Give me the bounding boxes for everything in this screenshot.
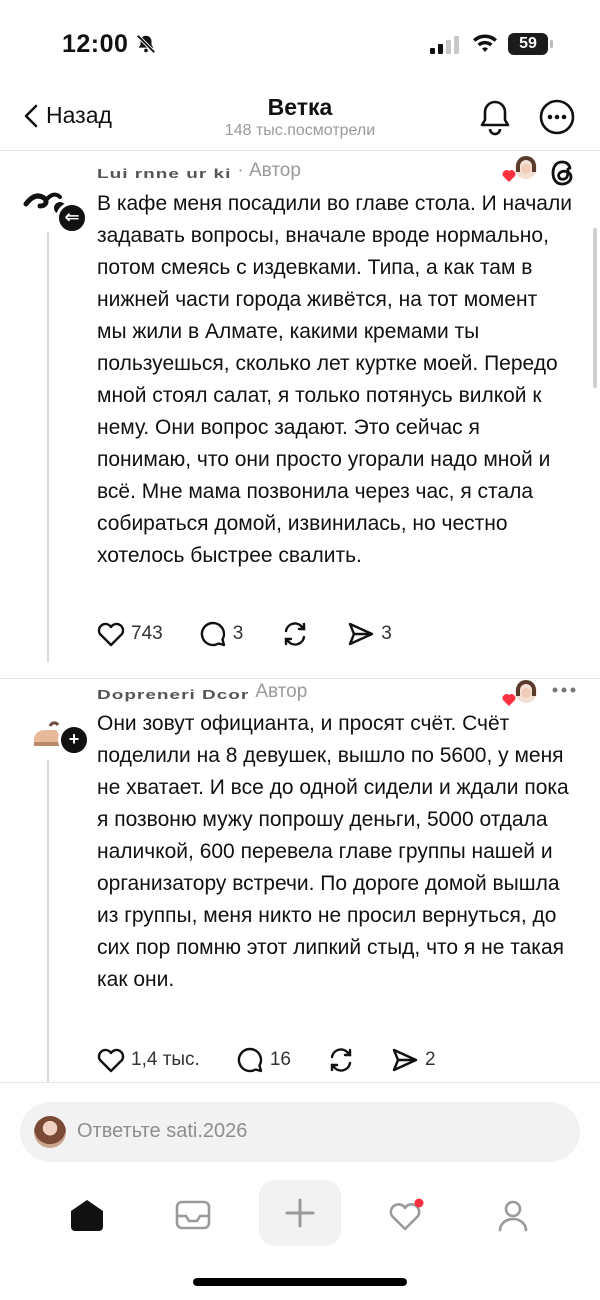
reply-placeholder: Ответьте sati.2026 xyxy=(77,1120,248,1142)
thread-header: Назад Ветка 148 тыс.посмотрели xyxy=(0,90,600,150)
follow-plus-icon[interactable]: + xyxy=(58,724,90,756)
comment-icon xyxy=(237,1047,263,1073)
repost-button[interactable] xyxy=(281,621,315,647)
post-actions: 1,4 тыс. 16 2 xyxy=(97,1046,436,1074)
profile-icon xyxy=(498,1200,528,1232)
share-button[interactable]: 2 xyxy=(391,1047,436,1073)
repost-button[interactable] xyxy=(327,1047,361,1073)
silent-mode-icon xyxy=(135,33,157,60)
heart-icon xyxy=(97,1048,125,1073)
plus-icon xyxy=(285,1198,315,1228)
post-author[interactable]: Lui rnne ur ki · Автор xyxy=(97,160,301,182)
cellular-signal-icon xyxy=(430,36,462,59)
author-name: Dopreneri Dcor xyxy=(97,687,250,703)
thread-post: ⇐ Lui rnne ur ki · Автор В кафе меня поса… xyxy=(0,150,600,680)
scrollbar[interactable] xyxy=(593,228,597,388)
send-icon xyxy=(392,1048,418,1072)
comment-count: 16 xyxy=(269,1049,291,1070)
author-tag: Автор xyxy=(255,681,308,702)
follow-badge-icon[interactable]: ⇐ xyxy=(56,202,88,234)
like-button[interactable]: 1,4 тыс. xyxy=(97,1047,200,1073)
like-button[interactable]: 743 xyxy=(97,621,163,647)
tab-profile[interactable] xyxy=(478,1180,548,1250)
status-time: 12:00 xyxy=(62,30,129,58)
battery-level: 59 xyxy=(508,33,548,55)
repost-icon xyxy=(285,622,306,646)
post-menu-icon[interactable] xyxy=(550,682,578,703)
wifi-icon xyxy=(472,34,498,59)
heart-activity-icon xyxy=(389,1198,424,1231)
share-count: 2 xyxy=(424,1049,436,1070)
post-body: В кафе меня посадили во главе стола. И н… xyxy=(97,192,572,567)
repost-icon xyxy=(330,1048,352,1072)
like-count: 743 xyxy=(131,623,163,644)
more-options-icon[interactable] xyxy=(538,98,576,141)
home-indicator[interactable] xyxy=(193,1278,407,1286)
home-icon xyxy=(71,1200,103,1231)
reply-input[interactable]: Ответьте sati.2026 xyxy=(20,1102,580,1162)
comment-count: 3 xyxy=(232,623,244,644)
thread-post: + Dopreneri Dcor Автор Они зовут официант… xyxy=(0,679,600,1082)
post-author[interactable]: Dopreneri Dcor Автор xyxy=(97,681,307,703)
notifications-bell-icon[interactable] xyxy=(478,98,512,141)
tab-inbox[interactable] xyxy=(158,1180,228,1250)
tab-home[interactable] xyxy=(52,1180,122,1250)
share-count: 3 xyxy=(381,623,392,644)
liked-by-author-icon xyxy=(500,154,540,191)
tab-activity[interactable] xyxy=(372,1180,442,1250)
comment-icon xyxy=(200,621,225,647)
send-icon xyxy=(349,622,374,646)
heart-icon xyxy=(97,622,125,647)
status-bar: 12:00 59 xyxy=(0,0,600,90)
reply-avatar xyxy=(34,1116,66,1148)
author-tag: · Автор xyxy=(237,160,301,181)
post-body: Они зовут официанта, и просят счёт. Счёт… xyxy=(97,712,569,991)
tab-bar xyxy=(0,1180,600,1252)
post-actions: 743 3 3 xyxy=(97,620,392,648)
comment-button[interactable]: 16 xyxy=(236,1046,291,1074)
share-button[interactable]: 3 xyxy=(347,621,392,647)
like-count: 1,4 тыс. xyxy=(131,1049,200,1070)
author-name: Lui rnne ur ki xyxy=(97,166,232,182)
tab-create[interactable] xyxy=(259,1180,341,1246)
inbox-icon xyxy=(175,1200,211,1230)
battery-tip xyxy=(550,40,553,48)
post-divider xyxy=(0,1082,600,1083)
comment-button[interactable]: 3 xyxy=(199,620,244,648)
